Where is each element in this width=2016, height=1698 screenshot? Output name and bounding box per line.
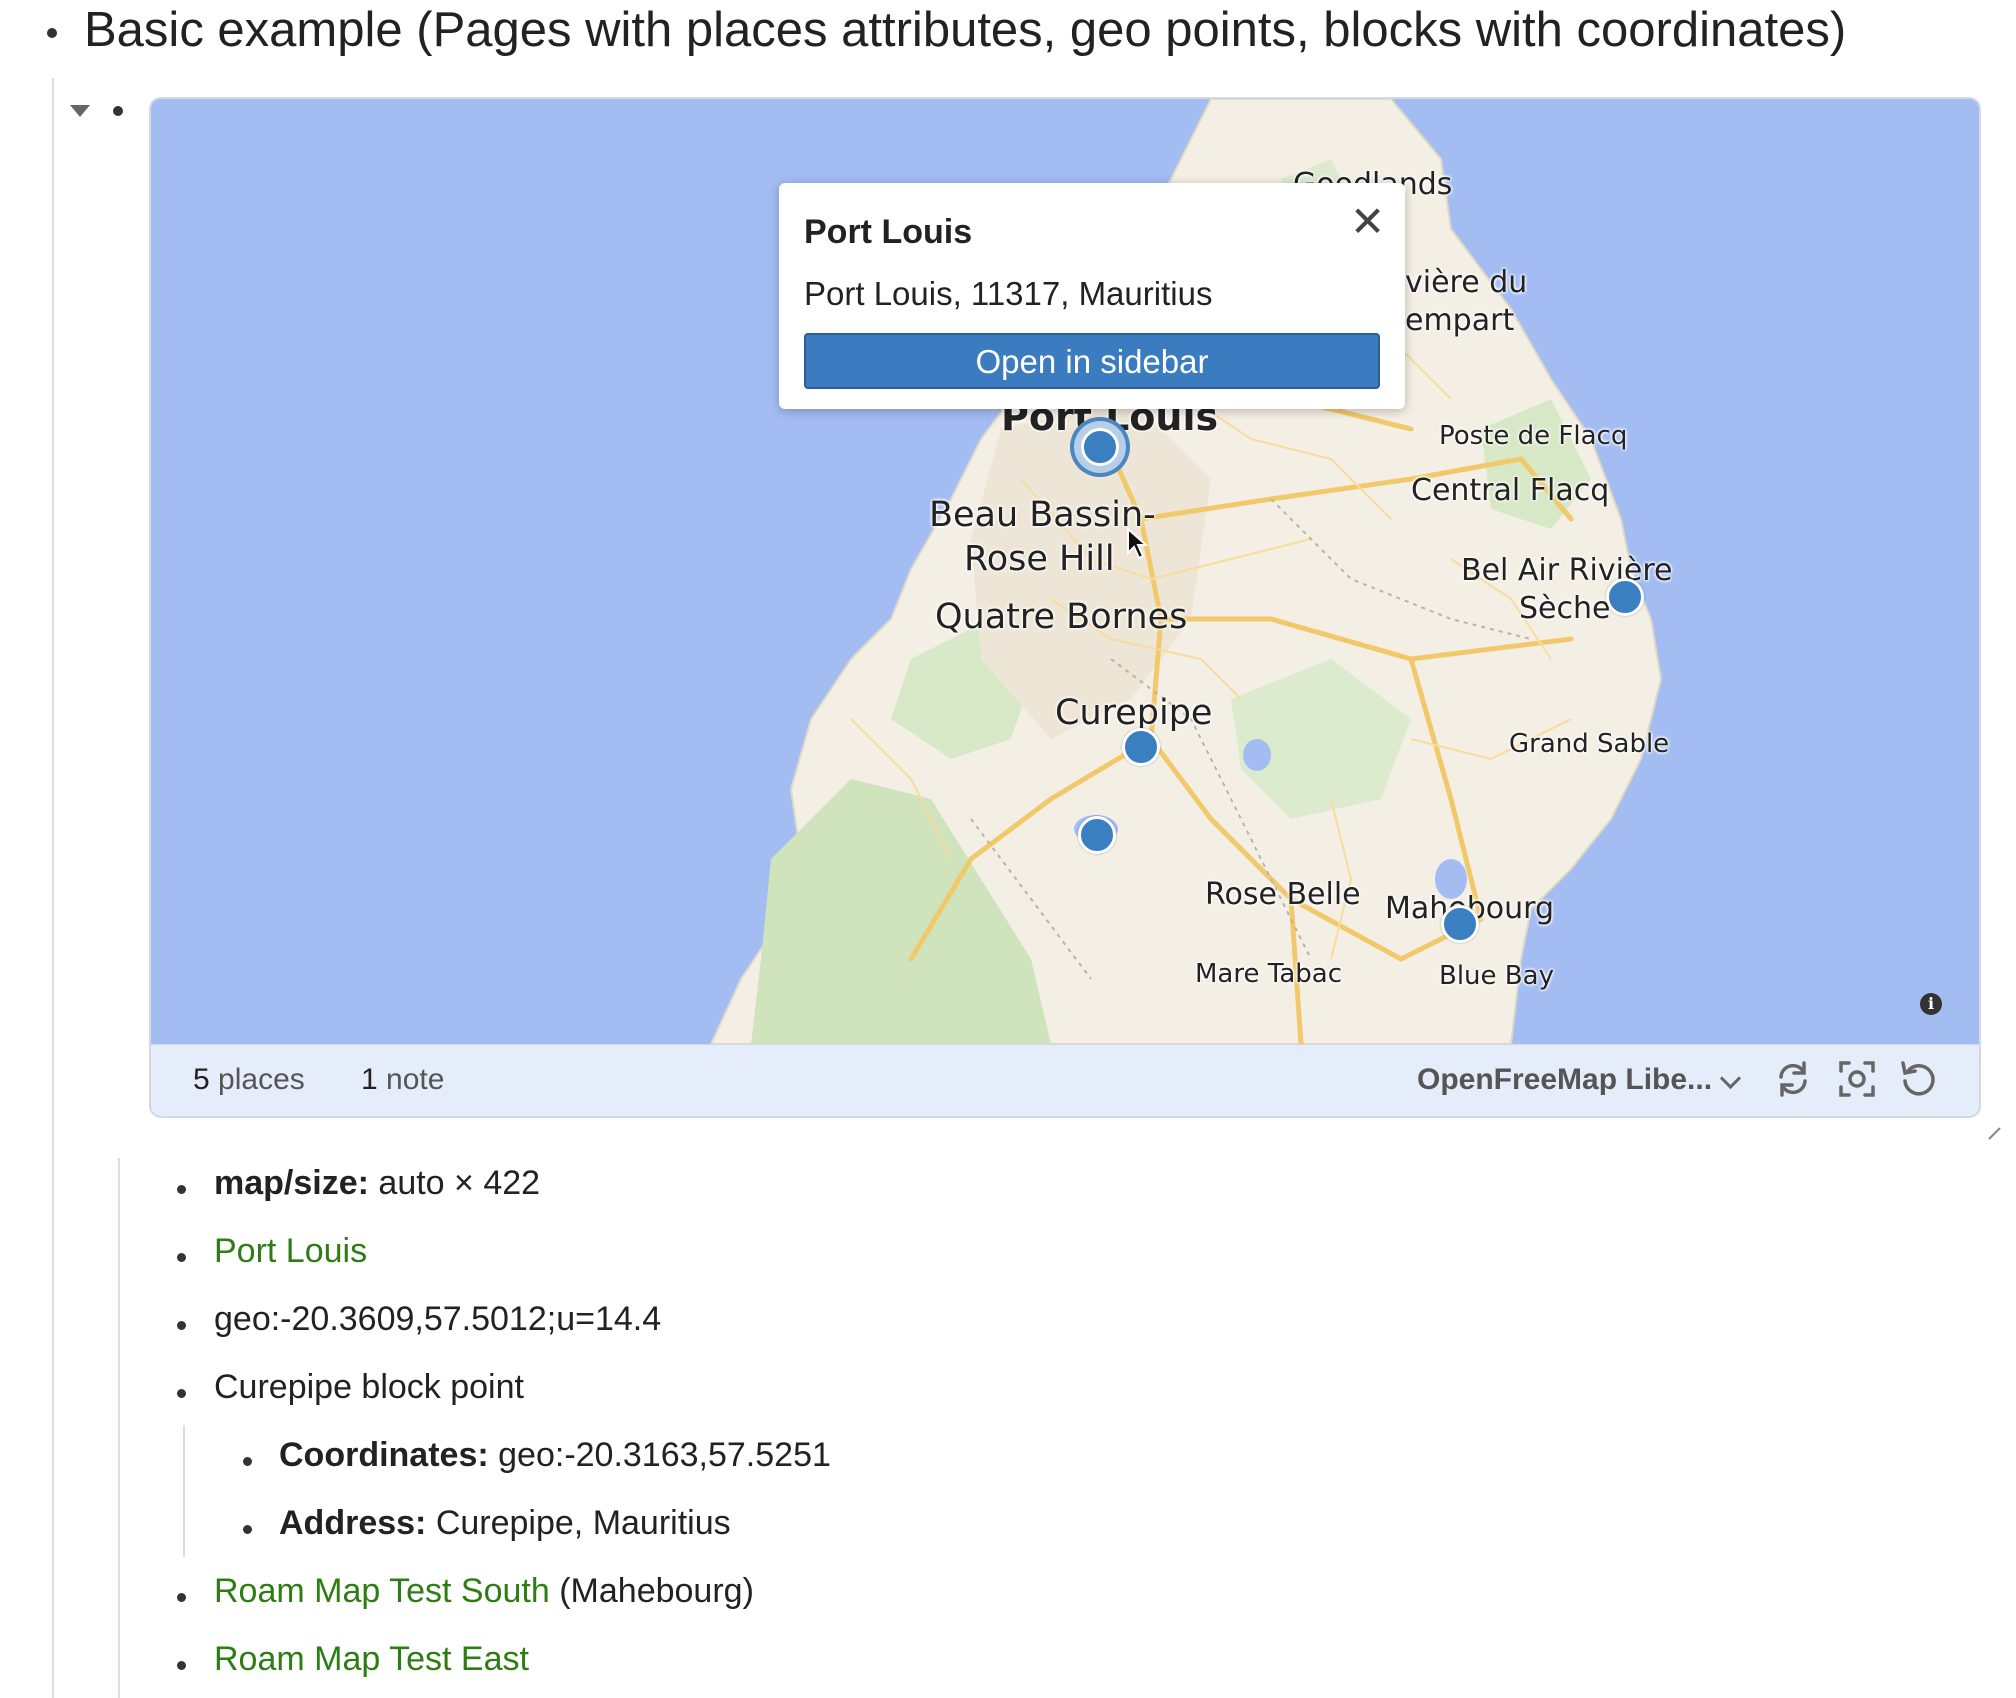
map-label-rose-belle: Rose Belle [1205,877,1361,912]
map-style-select[interactable]: OpenFreeMap Libe... [1417,1063,1712,1097]
map-marker-lake[interactable] [1078,816,1116,854]
popup-title: Port Louis [804,213,973,251]
indent-guide-curepipe [183,1425,185,1557]
page-link-port-louis[interactable]: Port Louis [214,1232,367,1271]
list-bullet[interactable] [177,1253,186,1262]
reset-icon[interactable] [1899,1059,1939,1099]
list-bullet[interactable] [177,1185,186,1194]
map-label-grand-sable: Grand Sable [1509,729,1670,759]
refresh-icon[interactable] [1773,1059,1813,1099]
map-label-curepipe: Curepipe [1055,693,1213,733]
mouse-cursor-icon [1127,527,1149,560]
page-link-roam-map-test-east[interactable]: Roam Map Test East [214,1640,529,1679]
notes-count-number: 1 [361,1063,378,1096]
property-value: Curepipe, Mauritius [435,1504,731,1542]
map-block-bullet[interactable] [113,106,123,116]
page-heading: Basic example (Pages with places attribu… [84,3,1847,57]
open-in-sidebar-button[interactable]: Open in sidebar [804,333,1380,389]
indent-guide [52,78,54,1698]
place-popup: Port Louis ✕ Port Louis, 11317, Mauritiu… [779,183,1405,409]
map-label-mare-tabac: Mare Tabac [1195,959,1342,989]
map-label-rose-hill: Rose Hill [964,539,1115,579]
geo-point-text: geo:-20.3609,57.5012;u=14.4 [214,1300,662,1338]
map-label-riviere-du-rempart-2: empart [1405,303,1515,338]
map-marker-mahebourg[interactable] [1441,905,1479,943]
places-count[interactable]: 5 places [193,1063,305,1097]
map-marker-port-louis[interactable] [1081,428,1119,466]
map-attribution-info-icon[interactable]: i [1920,993,1942,1015]
map-marker-curepipe[interactable] [1122,728,1160,766]
property-map-size: map/size: auto × 422 [214,1164,540,1203]
south-suffix: (Mahebourg) [559,1572,754,1610]
south-item: Roam Map Test South (Mahebourg) [214,1572,754,1611]
map-label-bel-air: Bel Air Rivière [1461,553,1673,588]
list-bullet[interactable] [243,1457,252,1466]
map-label-beau-bassin: Beau Bassin- [929,495,1156,535]
map-widget[interactable]: Goodlands vière du empart Poste de Flacq… [149,97,1981,1118]
list-bullet[interactable] [177,1593,186,1602]
property-address: Address: Curepipe, Mauritius [279,1504,731,1543]
list-bullet[interactable] [177,1321,186,1330]
map-marker-east[interactable] [1606,578,1644,616]
places-count-label: places [218,1063,305,1096]
places-count-number: 5 [193,1063,210,1096]
property-key: Address: [279,1504,427,1542]
fit-bounds-icon[interactable] [1837,1059,1877,1099]
resize-handle-icon[interactable] [1987,1126,2001,1140]
map-label-blue-bay: Blue Bay [1439,961,1554,991]
curepipe-block-text: Curepipe block point [214,1368,524,1406]
notes-count[interactable]: 1 note [361,1063,444,1097]
property-key: map/size: [214,1164,369,1202]
property-value: auto × 422 [378,1164,541,1202]
map-label-poste-de-flacq: Poste de Flacq [1439,421,1628,451]
map-label-riviere-du-rempart: vière du [1405,265,1528,300]
list-bullet[interactable] [243,1525,252,1534]
collapse-toggle-icon[interactable] [70,105,90,117]
map-toolbar: 5 places 1 note OpenFreeMap Libe... [151,1044,1979,1116]
popup-address: Port Louis, 11317, Mauritius [804,275,1213,312]
list-bullet[interactable] [177,1661,186,1670]
property-coordinates: Coordinates: geo:-20.3163,57.5251 [279,1436,831,1475]
indent-guide-children [118,1158,120,1698]
heading-bullet[interactable] [47,28,57,38]
list-bullet[interactable] [177,1389,186,1398]
page-link-roam-map-test-south[interactable]: Roam Map Test South [214,1572,550,1610]
chevron-down-icon[interactable] [1719,1067,1742,1090]
map-label-seche: Sèche [1519,591,1611,626]
close-icon[interactable]: ✕ [1350,201,1385,243]
notes-count-label: note [386,1063,445,1096]
property-key: Coordinates: [279,1436,489,1474]
property-value: geo:-20.3163,57.5251 [498,1436,831,1474]
map-label-quatre-bornes: Quatre Bornes [935,597,1188,637]
map-label-central-flacq: Central Flacq [1411,473,1610,508]
